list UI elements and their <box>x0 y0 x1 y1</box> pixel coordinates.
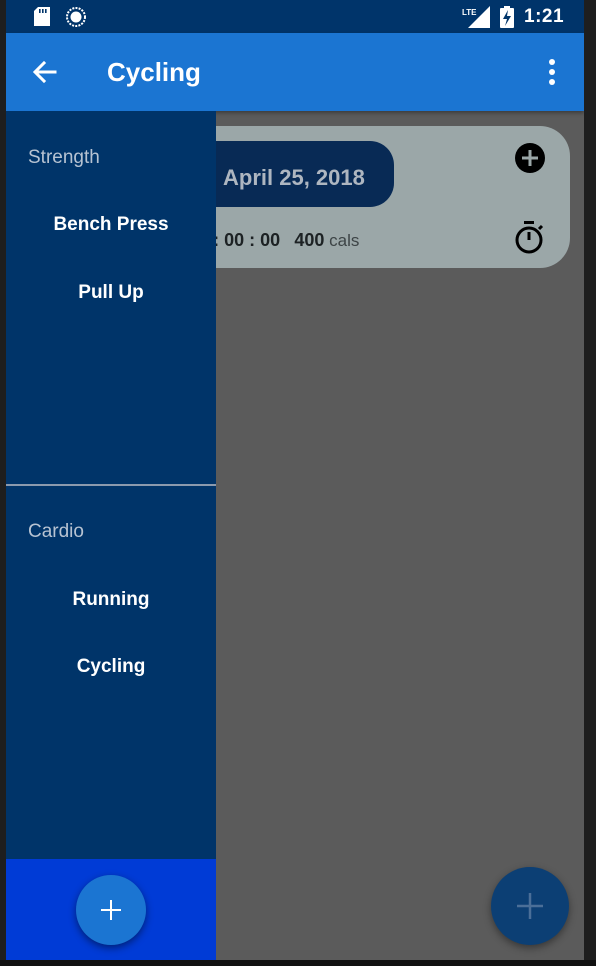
calories-value: 400 <box>294 230 325 250</box>
add-workout-button[interactable] <box>491 867 569 945</box>
page-title: Cycling <box>107 57 201 87</box>
drawer-footer <box>6 859 216 960</box>
app-screen: LTE 1:21 Cycling April 25, 2018 es 01 : … <box>6 0 584 960</box>
lte-signal-icon: LTE <box>462 6 490 28</box>
add-icon <box>517 893 543 919</box>
more-vert-icon[interactable] <box>542 57 562 87</box>
drawer-item-running[interactable]: Running <box>6 589 216 611</box>
section-title-strength: Strength <box>28 147 100 168</box>
drawer-item-pull-up[interactable]: Pull Up <box>6 282 216 304</box>
drawer-item-bench-press[interactable]: Bench Press <box>6 214 216 236</box>
add-circle-icon[interactable] <box>515 143 545 173</box>
status-bar: LTE 1:21 <box>6 0 584 33</box>
section-title-cardio: Cardio <box>28 521 84 542</box>
screen-edge-bottom <box>0 960 596 966</box>
screen-edge-right <box>584 0 596 966</box>
section-divider <box>6 484 216 486</box>
calories-unit: cals <box>329 231 360 250</box>
app-bar: Cycling <box>6 33 584 111</box>
svg-text:LTE: LTE <box>462 8 477 17</box>
date-label: April 25, 2018 <box>223 165 365 190</box>
stopwatch-icon[interactable] <box>514 221 544 255</box>
sync-icon <box>66 7 86 27</box>
sd-card-icon <box>34 7 50 26</box>
add-icon <box>101 900 121 920</box>
arrow-back-icon[interactable] <box>30 57 60 87</box>
status-time: 1:21 <box>524 6 565 27</box>
battery-charging-icon <box>500 6 514 28</box>
drawer-item-cycling[interactable]: Cycling <box>6 656 216 678</box>
add-exercise-button[interactable] <box>76 875 146 945</box>
navigation-drawer: Strength Bench Press Pull Up Cardio Runn… <box>6 111 216 960</box>
